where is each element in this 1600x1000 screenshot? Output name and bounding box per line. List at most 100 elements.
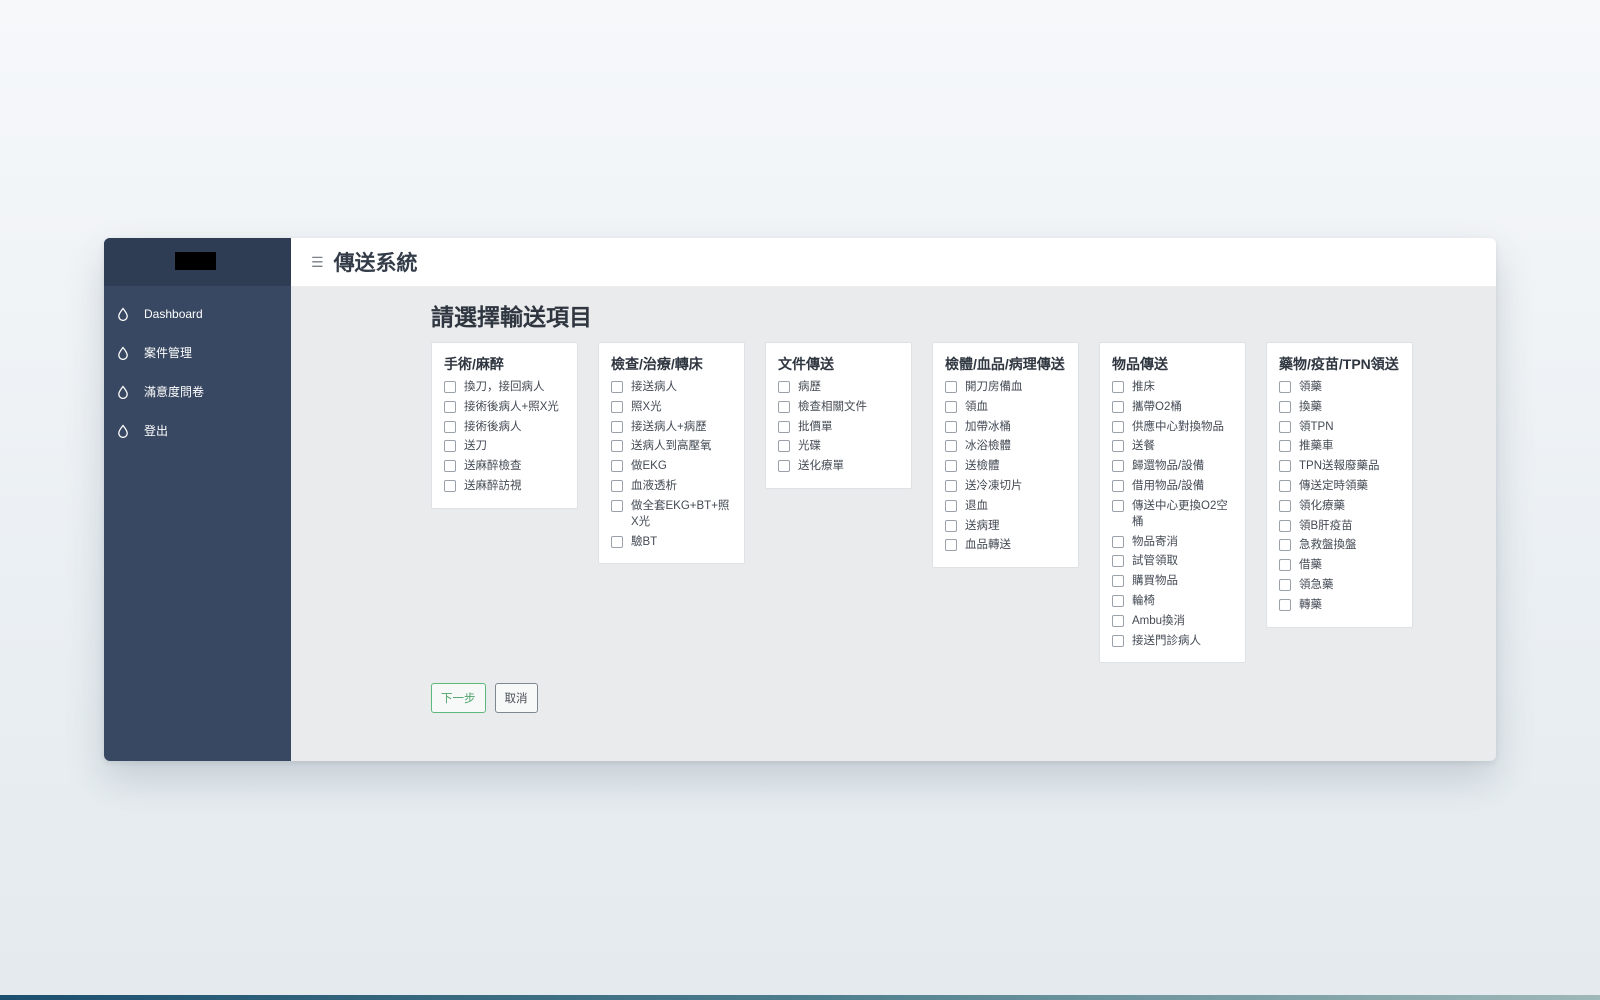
- option-checkbox[interactable]: [778, 420, 790, 433]
- option-checkbox[interactable]: [945, 440, 957, 453]
- option-checkbox[interactable]: [1112, 535, 1124, 548]
- option-item[interactable]: 做EKG: [611, 458, 732, 474]
- option-item[interactable]: 送麻醉檢查: [444, 458, 565, 474]
- option-checkbox[interactable]: [1279, 479, 1291, 492]
- option-checkbox[interactable]: [611, 400, 623, 413]
- option-item[interactable]: 送病人到高壓氧: [611, 438, 732, 454]
- option-item[interactable]: 送刀: [444, 438, 565, 454]
- option-checkbox[interactable]: [1279, 420, 1291, 433]
- option-item[interactable]: 接術後病人+照X光: [444, 399, 565, 415]
- sidebar-item-0[interactable]: Dashboard: [104, 294, 291, 333]
- option-checkbox[interactable]: [444, 420, 456, 433]
- option-checkbox[interactable]: [1112, 400, 1124, 413]
- option-item[interactable]: 檢查相關文件: [778, 399, 899, 415]
- option-checkbox[interactable]: [611, 460, 623, 473]
- option-item[interactable]: 接術後病人: [444, 419, 565, 435]
- option-item[interactable]: 病歷: [778, 379, 899, 395]
- option-item[interactable]: 推床: [1112, 379, 1233, 395]
- option-checkbox[interactable]: [945, 539, 957, 552]
- option-item[interactable]: 試管領取: [1112, 553, 1233, 569]
- option-checkbox[interactable]: [1279, 499, 1291, 512]
- option-item[interactable]: 供應中心對換物品: [1112, 419, 1233, 435]
- option-item[interactable]: 退血: [945, 498, 1066, 514]
- option-checkbox[interactable]: [1279, 539, 1291, 552]
- option-checkbox[interactable]: [611, 420, 623, 433]
- option-item[interactable]: 轉藥: [1279, 597, 1400, 613]
- option-checkbox[interactable]: [444, 460, 456, 473]
- option-checkbox[interactable]: [611, 479, 623, 492]
- option-item[interactable]: 傳送中心更換O2空桶: [1112, 498, 1233, 530]
- option-checkbox[interactable]: [611, 440, 623, 453]
- option-item[interactable]: 購買物品: [1112, 573, 1233, 589]
- option-item[interactable]: 領藥: [1279, 379, 1400, 395]
- option-item[interactable]: 推藥車: [1279, 438, 1400, 454]
- option-item[interactable]: 領血: [945, 399, 1066, 415]
- option-item[interactable]: 照X光: [611, 399, 732, 415]
- option-checkbox[interactable]: [778, 460, 790, 473]
- sidebar-item-3[interactable]: 登出: [104, 411, 291, 450]
- option-checkbox[interactable]: [1112, 499, 1124, 512]
- option-item[interactable]: TPN送報廢藥品: [1279, 458, 1400, 474]
- sidebar-item-1[interactable]: 案件管理: [104, 333, 291, 372]
- option-item[interactable]: 借藥: [1279, 557, 1400, 573]
- option-checkbox[interactable]: [1112, 460, 1124, 473]
- option-checkbox[interactable]: [444, 479, 456, 492]
- option-checkbox[interactable]: [945, 381, 957, 393]
- option-checkbox[interactable]: [1112, 420, 1124, 433]
- option-checkbox[interactable]: [1279, 559, 1291, 572]
- option-checkbox[interactable]: [778, 400, 790, 413]
- option-checkbox[interactable]: [611, 535, 623, 548]
- option-item[interactable]: 換刀，接回病人: [444, 379, 565, 395]
- option-checkbox[interactable]: [1112, 614, 1124, 627]
- option-item[interactable]: 光碟: [778, 438, 899, 454]
- option-item[interactable]: 接送病人: [611, 379, 732, 395]
- option-item[interactable]: 送化療單: [778, 458, 899, 474]
- option-checkbox[interactable]: [1112, 381, 1124, 393]
- option-item[interactable]: 物品寄消: [1112, 534, 1233, 550]
- option-item[interactable]: 領急藥: [1279, 577, 1400, 593]
- next-step-button[interactable]: 下一步: [431, 683, 486, 714]
- option-checkbox[interactable]: [945, 499, 957, 512]
- option-item[interactable]: 攜帶O2桶: [1112, 399, 1233, 415]
- option-checkbox[interactable]: [945, 519, 957, 532]
- hamburger-menu-icon[interactable]: ☰: [311, 254, 324, 271]
- option-checkbox[interactable]: [1112, 634, 1124, 647]
- option-item[interactable]: 領化療藥: [1279, 498, 1400, 514]
- option-checkbox[interactable]: [1279, 578, 1291, 591]
- sidebar-item-2[interactable]: 滿意度問卷: [104, 372, 291, 411]
- option-item[interactable]: 做全套EKG+BT+照X光: [611, 498, 732, 530]
- option-item[interactable]: 借用物品/設備: [1112, 478, 1233, 494]
- option-checkbox[interactable]: [1112, 479, 1124, 492]
- option-item[interactable]: 血品轉送: [945, 537, 1066, 553]
- option-checkbox[interactable]: [1112, 555, 1124, 568]
- option-checkbox[interactable]: [945, 420, 957, 433]
- option-item[interactable]: 領B肝疫苗: [1279, 518, 1400, 534]
- option-item[interactable]: 輪椅: [1112, 593, 1233, 609]
- option-item[interactable]: 換藥: [1279, 399, 1400, 415]
- option-checkbox[interactable]: [444, 440, 456, 453]
- option-checkbox[interactable]: [1112, 594, 1124, 607]
- option-checkbox[interactable]: [1279, 381, 1291, 393]
- option-item[interactable]: 傳送定時領藥: [1279, 478, 1400, 494]
- option-checkbox[interactable]: [778, 381, 790, 393]
- option-item[interactable]: 血液透析: [611, 478, 732, 494]
- option-item[interactable]: 接送病人+病歷: [611, 419, 732, 435]
- option-item[interactable]: 領TPN: [1279, 419, 1400, 435]
- option-item[interactable]: 開刀房備血: [945, 379, 1066, 395]
- option-item[interactable]: 送餐: [1112, 438, 1233, 454]
- option-checkbox[interactable]: [1279, 400, 1291, 413]
- option-checkbox[interactable]: [1279, 440, 1291, 453]
- option-item[interactable]: 驗BT: [611, 534, 732, 550]
- option-checkbox[interactable]: [1112, 440, 1124, 453]
- option-item[interactable]: 冰浴檢體: [945, 438, 1066, 454]
- cancel-button[interactable]: 取消: [494, 683, 538, 714]
- option-checkbox[interactable]: [945, 479, 957, 492]
- option-checkbox[interactable]: [1279, 460, 1291, 473]
- option-checkbox[interactable]: [1112, 575, 1124, 588]
- option-checkbox[interactable]: [945, 460, 957, 473]
- option-checkbox[interactable]: [611, 499, 623, 512]
- option-checkbox[interactable]: [1279, 519, 1291, 532]
- option-item[interactable]: 送檢體: [945, 458, 1066, 474]
- option-checkbox[interactable]: [945, 400, 957, 413]
- option-item[interactable]: 批價單: [778, 419, 899, 435]
